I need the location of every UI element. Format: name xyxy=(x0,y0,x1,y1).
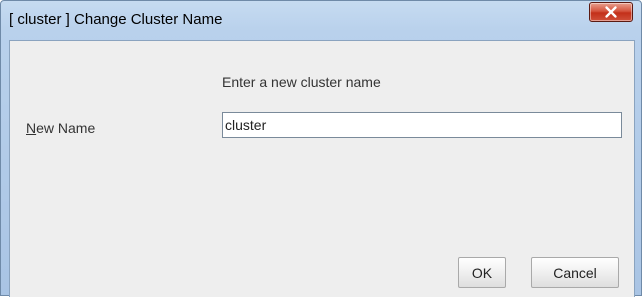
window-title: [ cluster ] Change Cluster Name xyxy=(9,11,223,28)
new-name-label-text: ew Name xyxy=(36,120,96,136)
instruction-text: Enter a new cluster name xyxy=(222,74,381,90)
cancel-button[interactable]: Cancel xyxy=(531,257,619,288)
new-name-input[interactable] xyxy=(222,112,622,138)
title-bar[interactable]: [ cluster ] Change Cluster Name xyxy=(1,1,641,39)
new-name-label-mnemonic: N xyxy=(26,120,37,136)
change-cluster-name-dialog: [ cluster ] Change Cluster Name Enter a … xyxy=(0,0,642,297)
dialog-content: Enter a new cluster name New Name OK Can… xyxy=(9,40,635,297)
close-icon xyxy=(605,6,617,18)
close-button[interactable] xyxy=(589,2,633,22)
ok-button[interactable]: OK xyxy=(458,257,506,288)
new-name-label: New Name xyxy=(26,120,95,136)
